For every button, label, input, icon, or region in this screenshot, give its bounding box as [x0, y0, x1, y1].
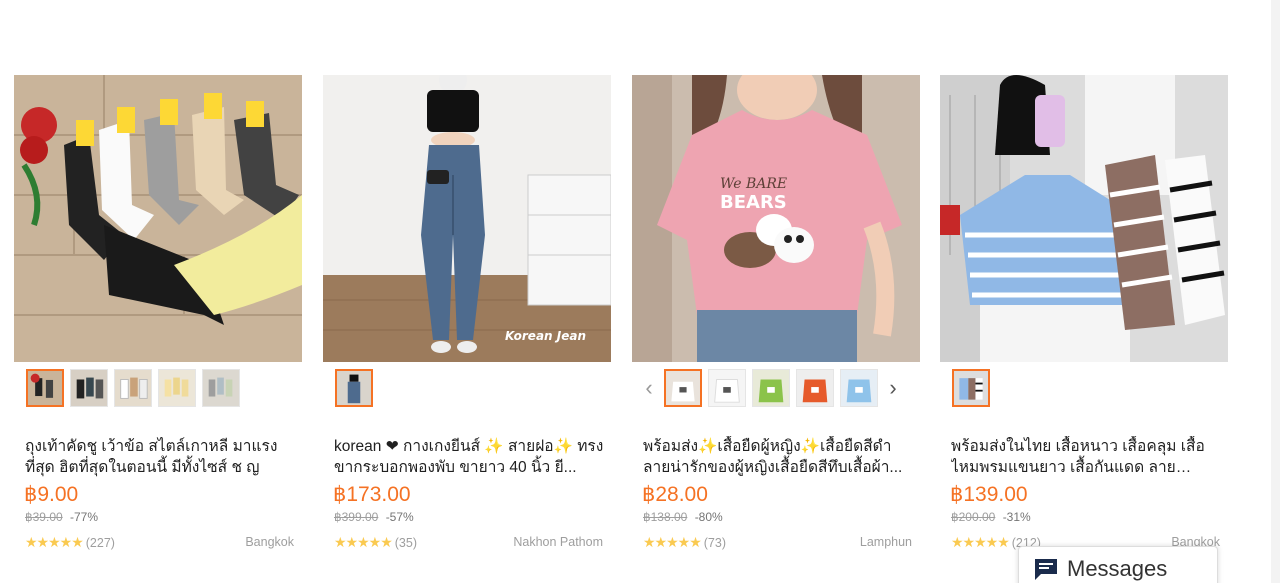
image-caption: BEARS — [720, 192, 787, 213]
product-image[interactable]: Korean Jean — [323, 75, 611, 362]
messages-label: Messages — [1067, 556, 1168, 581]
thumbnail[interactable] — [70, 369, 108, 407]
price-info: ฿200.00 -31% — [951, 510, 1031, 524]
page-scrollbar-track[interactable] — [1271, 0, 1280, 583]
star-rating-icon: ★★★★★ — [643, 534, 702, 550]
price-info: ฿399.00 -57% — [334, 510, 414, 524]
star-rating-icon: ★★★★★ — [334, 534, 393, 550]
thumbnail[interactable] — [26, 369, 64, 407]
product-image[interactable]: We BARE BEARS — [632, 75, 920, 362]
thumbnail[interactable] — [158, 369, 196, 407]
original-price: ฿138.00 — [643, 510, 688, 524]
discount-badge: -77% — [70, 510, 99, 524]
review-count: (35) — [394, 535, 417, 550]
star-rating-icon: ★★★★★ — [25, 534, 84, 550]
rating: ★★★★★ (227) — [25, 534, 115, 551]
thumbnail[interactable] — [114, 369, 152, 407]
chevron-right-icon[interactable]: › — [884, 369, 902, 407]
product-price: ฿28.00 — [642, 483, 708, 506]
review-count: (227) — [85, 535, 115, 550]
chevron-left-icon[interactable]: ‹ — [640, 369, 658, 407]
thumbnail[interactable] — [952, 369, 990, 407]
price-info: ฿138.00 -80% — [643, 510, 723, 524]
product-grid: ถุงเท้าคัดชู เว้าข้อ สไตล์เกาหลี มาแรง ท… — [14, 75, 1228, 575]
product-title[interactable]: พร้อมส่ง✨เสื้อยืดผู้หญิง✨เสื้อยืดสีดำ ลา… — [643, 436, 913, 478]
image-caption: We BARE — [720, 176, 787, 192]
discount-badge: -80% — [694, 510, 723, 524]
product-card[interactable]: Korean Jean korean ❤ กางเกงยีนส์ ✨ สายฝอ… — [323, 75, 611, 555]
seller-location: Lamphun — [859, 535, 912, 549]
thumbnail-strip — [940, 368, 1228, 408]
product-image[interactable] — [14, 75, 302, 362]
thumbnail[interactable] — [752, 369, 790, 407]
product-card[interactable]: We BARE BEARS ‹ › พร้อมส่ง✨เสื้อยืดผู้หญ… — [632, 75, 920, 555]
thumbnail[interactable] — [840, 369, 878, 407]
star-rating-icon: ★★★★★ — [951, 534, 1010, 550]
image-caption: Korean Jean — [505, 329, 586, 343]
original-price: ฿200.00 — [951, 510, 996, 524]
thumbnail[interactable] — [708, 369, 746, 407]
seller-location: Bangkok — [245, 535, 294, 549]
original-price: ฿39.00 — [25, 510, 63, 524]
product-price: ฿139.00 — [950, 483, 1028, 506]
thumbnail-strip — [14, 368, 302, 408]
thumbnail[interactable] — [664, 369, 702, 407]
messages-button[interactable]: Messages — [1018, 546, 1218, 583]
product-title[interactable]: พร้อมส่งในไทย เสื้อหนาว เสื้อคลุม เสื้อไ… — [951, 436, 1221, 478]
product-price: ฿173.00 — [333, 483, 411, 506]
product-card[interactable]: พร้อมส่งในไทย เสื้อหนาว เสื้อคลุม เสื้อไ… — [940, 75, 1228, 555]
thumbnail-strip: ‹ › — [632, 368, 920, 408]
rating: ★★★★★ (73) — [643, 534, 726, 551]
rating: ★★★★★ (35) — [334, 534, 417, 551]
original-price: ฿399.00 — [334, 510, 379, 524]
discount-badge: -31% — [1002, 510, 1031, 524]
product-image[interactable] — [940, 75, 1228, 362]
product-title[interactable]: korean ❤ กางเกงยีนส์ ✨ สายฝอ✨ ทรงขากระบอ… — [334, 436, 604, 478]
thumbnail[interactable] — [796, 369, 834, 407]
thumbnail[interactable] — [202, 369, 240, 407]
thumbnail[interactable] — [335, 369, 373, 407]
price-info: ฿39.00 -77% — [25, 510, 98, 524]
review-count: (73) — [703, 535, 726, 550]
chat-bubble-icon — [1035, 559, 1057, 580]
seller-location: Nakhon Pathom — [513, 535, 603, 549]
product-price: ฿9.00 — [24, 483, 79, 506]
thumbnail-strip — [323, 368, 611, 408]
product-card[interactable]: ถุงเท้าคัดชู เว้าข้อ สไตล์เกาหลี มาแรง ท… — [14, 75, 302, 555]
product-title[interactable]: ถุงเท้าคัดชู เว้าข้อ สไตล์เกาหลี มาแรง ท… — [25, 436, 295, 478]
discount-badge: -57% — [385, 510, 414, 524]
